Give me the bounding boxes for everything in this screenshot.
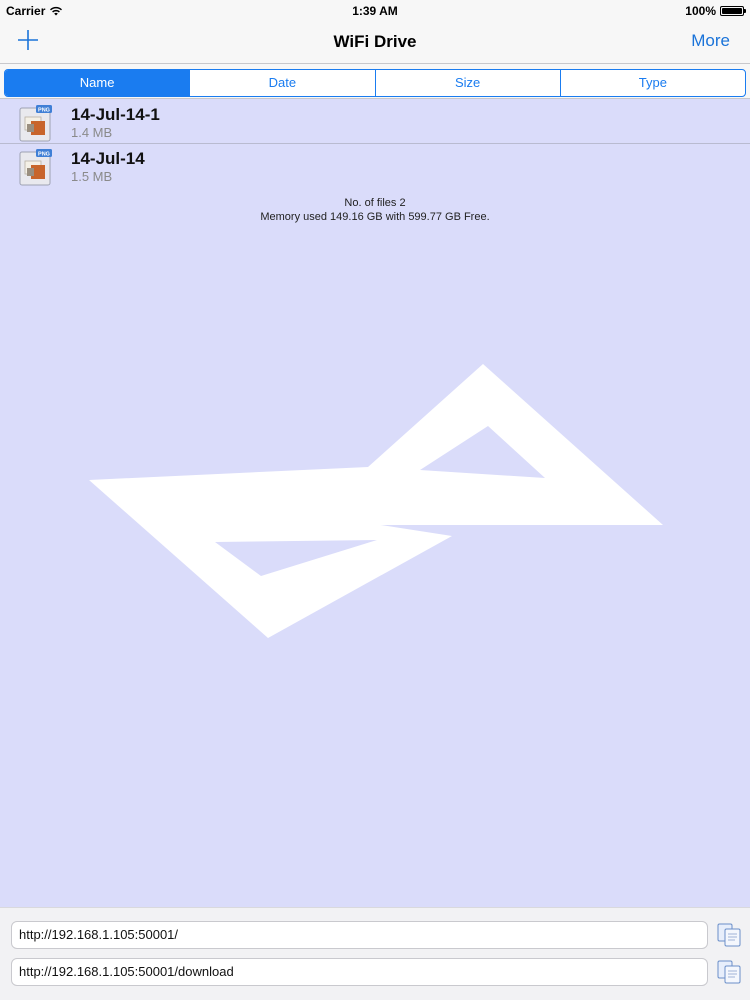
png-badge: PNG — [38, 107, 50, 113]
sort-segmented-control: Name Date Size Type — [4, 69, 746, 97]
server-url-panel: http://192.168.1.105:50001/ http://192.1… — [0, 907, 750, 1000]
server-url-row: http://192.168.1.105:50001/ — [11, 921, 741, 951]
file-size: 1.4 MB — [71, 125, 113, 140]
png-badge: PNG — [38, 151, 50, 157]
file-count: No. of files 2 — [344, 197, 406, 209]
file-list: PNG 14-Jul-14-1 1.4 MB PNG 14-Jul-14 1.5… — [0, 100, 750, 187]
download-url-row: http://192.168.1.105:50001/download — [11, 958, 741, 988]
file-name: 14-Jul-14-1 — [71, 105, 160, 124]
status-bar: Carrier 1:39 AM 100% — [0, 0, 750, 22]
png-file-icon: PNG — [19, 149, 52, 186]
battery-icon — [720, 6, 746, 16]
plus-icon[interactable] — [16, 28, 40, 52]
more-button[interactable]: More — [691, 31, 730, 51]
sort-tab-name[interactable]: Name — [5, 70, 190, 96]
file-row[interactable]: PNG 14-Jul-14-1 1.4 MB — [0, 100, 750, 144]
sort-tab-type[interactable]: Type — [559, 70, 745, 96]
png-file-icon: PNG — [19, 105, 52, 142]
storage-summary: No. of files 2 Memory used 149.16 GB wit… — [0, 196, 750, 224]
memory-usage: Memory used 149.16 GB with 599.77 GB Fre… — [260, 211, 490, 223]
navigation-bar: WiFi Drive More — [0, 22, 750, 63]
battery-indicator: 100% — [685, 4, 746, 18]
file-name: 14-Jul-14 — [71, 149, 145, 168]
sort-bar: Name Date Size Type — [0, 63, 750, 99]
copy-icon[interactable] — [716, 959, 742, 985]
download-url-field[interactable]: http://192.168.1.105:50001/download — [11, 958, 708, 986]
clock: 1:39 AM — [352, 4, 398, 18]
battery-percent: 100% — [685, 4, 716, 18]
watermark-logo — [89, 364, 663, 638]
file-size: 1.5 MB — [71, 169, 113, 184]
page-title: WiFi Drive — [333, 32, 417, 51]
sort-tab-size[interactable]: Size — [374, 70, 560, 96]
copy-icon[interactable] — [716, 922, 742, 948]
file-row[interactable]: PNG 14-Jul-14 1.5 MB — [0, 144, 750, 187]
sort-tab-date[interactable]: Date — [189, 70, 374, 96]
server-url-field[interactable]: http://192.168.1.105:50001/ — [11, 921, 708, 949]
